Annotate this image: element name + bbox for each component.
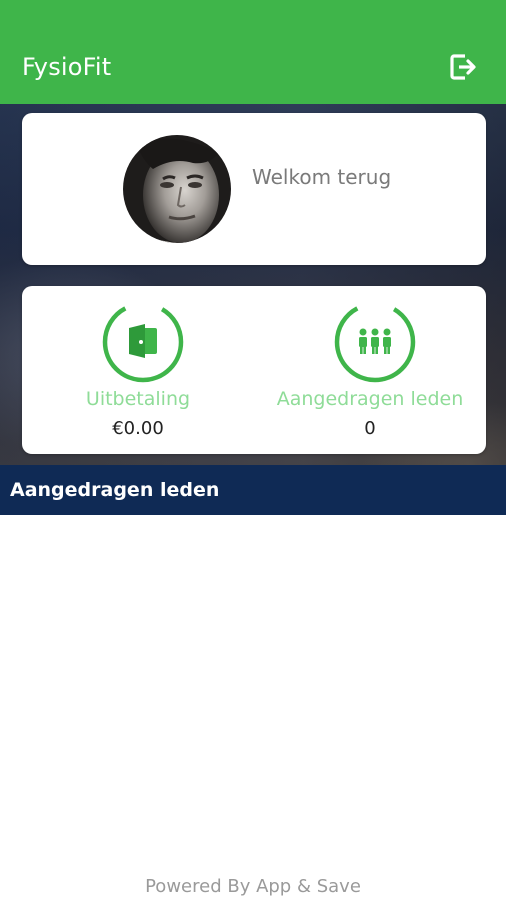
- avatar[interactable]: [123, 135, 231, 243]
- stats-card: Uitbetaling €0.00 Aangedragen leden 0: [22, 286, 486, 454]
- people-icon: [334, 301, 416, 383]
- referred-members-label: Aangedragen leden: [276, 388, 464, 410]
- section-title: Aangedragen leden: [10, 479, 220, 501]
- app-title: FysioFit: [22, 53, 112, 81]
- footer-credit: Powered By App & Save: [145, 876, 361, 897]
- payout-value: €0.00: [112, 418, 164, 439]
- section-header: Aangedragen leden: [0, 465, 506, 515]
- welcome-card: Welkom terug: [22, 113, 486, 265]
- payout-label: Uitbetaling: [85, 388, 191, 410]
- referred-members-stat[interactable]: Aangedragen leden 0: [254, 286, 486, 454]
- wallet-icon: [102, 301, 184, 383]
- payout-stat[interactable]: Uitbetaling €0.00: [22, 286, 254, 454]
- welcome-text: Welkom terug: [252, 165, 392, 189]
- logout-icon: [450, 54, 476, 80]
- referred-members-value: 0: [364, 418, 376, 439]
- user-avatar: [123, 135, 231, 243]
- logout-button[interactable]: [444, 50, 482, 84]
- app-bar: FysioFit: [0, 0, 506, 104]
